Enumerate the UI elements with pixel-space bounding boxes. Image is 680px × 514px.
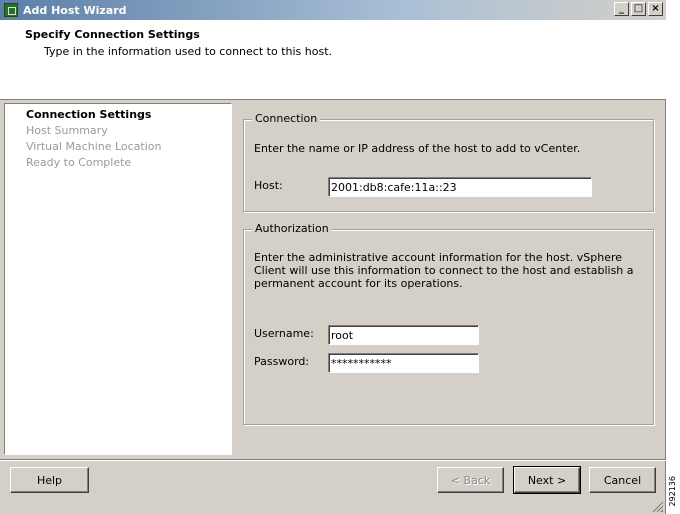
authorization-description: Enter the administrative account informa… [254, 251, 634, 290]
host-label: Host: [254, 179, 283, 192]
host-input[interactable]: 2001:db8:cafe:11a::23 [328, 177, 592, 197]
step-virtual-machine-location: Virtual Machine Location [26, 140, 162, 153]
username-input[interactable]: root [328, 325, 479, 345]
wizard-steps-panel: Connection Settings Host Summary Virtual… [4, 103, 232, 455]
resize-grip-icon[interactable] [651, 500, 663, 512]
footer-divider [0, 459, 666, 461]
step-host-summary: Host Summary [26, 124, 108, 137]
connection-description: Enter the name or IP address of the host… [254, 142, 581, 155]
connection-group-label: Connection [252, 112, 321, 125]
close-icon[interactable]: × [648, 2, 663, 16]
username-label: Username: [254, 327, 314, 340]
wizard-header: Specify Connection Settings Type in the … [0, 20, 666, 100]
figure-id-tag: 292136 [668, 476, 677, 507]
help-button[interactable]: Help [10, 467, 89, 493]
window-controls: _ □ × [614, 2, 663, 16]
add-host-wizard-window: Add Host Wizard _ □ × Specify Connection… [0, 0, 666, 514]
next-button[interactable]: Next > [513, 466, 581, 494]
connection-group: Connection Enter the name or IP address … [243, 112, 654, 212]
wizard-app-icon [4, 3, 18, 17]
step-ready-to-complete: Ready to Complete [26, 156, 132, 169]
cancel-button[interactable]: Cancel [589, 467, 656, 493]
minimize-icon[interactable]: _ [614, 2, 629, 16]
maximize-icon[interactable]: □ [631, 2, 646, 16]
wizard-content: Connection Enter the name or IP address … [235, 103, 664, 455]
back-button[interactable]: < Back [437, 467, 504, 493]
page-title: Specify Connection Settings [25, 28, 200, 41]
step-connection-settings[interactable]: Connection Settings [26, 108, 151, 121]
password-label: Password: [254, 355, 310, 368]
page-subtitle: Type in the information used to connect … [44, 45, 333, 58]
authorization-group: Authorization Enter the administrative a… [243, 222, 654, 425]
authorization-group-label: Authorization [252, 222, 332, 235]
title-bar[interactable]: Add Host Wizard _ □ × [0, 0, 666, 20]
password-input[interactable]: *********** [328, 353, 479, 373]
window-title: Add Host Wizard [23, 3, 127, 17]
